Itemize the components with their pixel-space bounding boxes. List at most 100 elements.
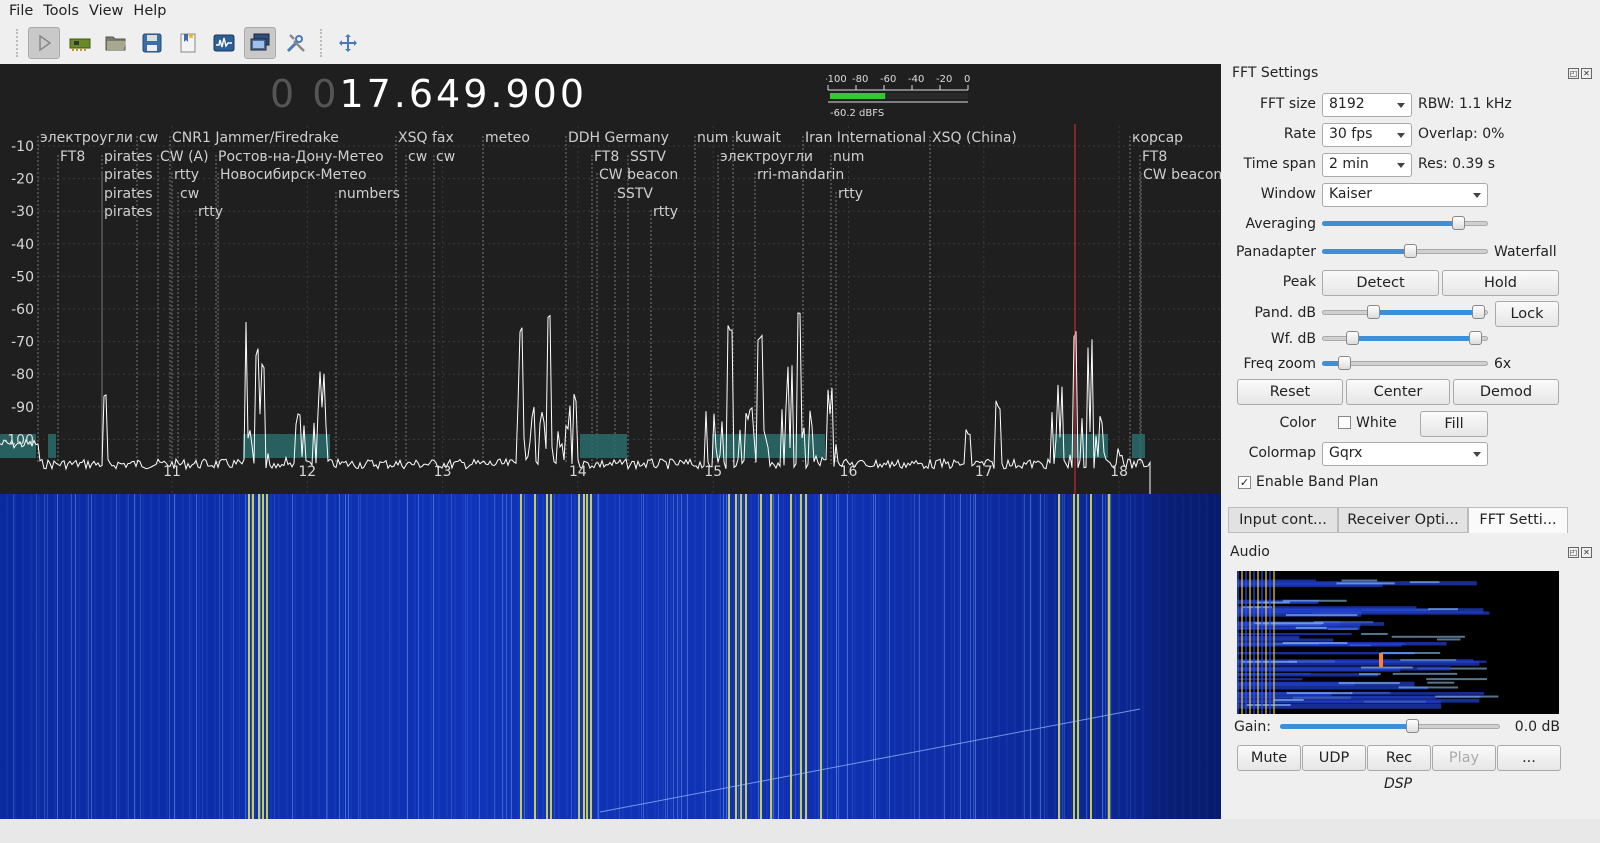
menu-file[interactable]: File	[4, 3, 38, 19]
remote-control-button[interactable]	[244, 27, 276, 59]
spectrum-view-button[interactable]	[208, 27, 240, 59]
save-button[interactable]	[136, 27, 168, 59]
band-plan-bookmark[interactable]: SSTV	[617, 186, 653, 202]
band-plan-bookmark[interactable]: Ростов-на-Дону-Метео	[218, 149, 384, 165]
menu-tools[interactable]: Tools	[38, 3, 84, 19]
band-plan-bookmark[interactable]: rtty	[198, 204, 223, 220]
waterfall-trace-line	[128, 494, 129, 819]
float-dock-icon[interactable]: ◰	[1568, 68, 1579, 79]
band-plan-bookmark[interactable]: num	[833, 149, 864, 165]
band-plan-bookmark[interactable]: num	[697, 130, 728, 146]
band-plan-bookmark[interactable]: электроугли	[40, 130, 133, 146]
band-plan-bookmark[interactable]: pirates	[104, 204, 153, 220]
reset-button[interactable]: Reset	[1237, 379, 1343, 405]
waterfall-trace-line	[772, 494, 773, 819]
band-plan-bookmark[interactable]: rtty	[653, 204, 678, 220]
band-plan-bookmark[interactable]: rtty	[174, 167, 199, 183]
band-plan-bookmark[interactable]: rtty	[838, 186, 863, 202]
play-button[interactable]	[28, 27, 60, 59]
audio-options-button[interactable]: ...	[1497, 745, 1561, 771]
full-screen-button[interactable]	[332, 27, 364, 59]
udp-button[interactable]: UDP	[1302, 745, 1366, 771]
peak-detect-button[interactable]: Detect	[1322, 270, 1439, 296]
band-plan-bookmark[interactable]: корсар	[1132, 130, 1183, 146]
waterfall-trace-line	[219, 494, 220, 819]
audio-spectrogram-band	[1359, 673, 1381, 676]
band-plan-bookmark[interactable]: Iran International	[805, 130, 926, 146]
pand-db-range-slider[interactable]	[1322, 304, 1488, 320]
waterfall-trace-line	[758, 494, 759, 819]
band-plan-bookmark[interactable]: CW beacon	[1143, 167, 1221, 183]
tab-input-controls[interactable]: Input cont...	[1228, 507, 1338, 533]
io-devices-button[interactable]	[64, 27, 96, 59]
play-icon	[39, 34, 52, 52]
open-button[interactable]	[100, 27, 132, 59]
rec-button[interactable]: Rec	[1367, 745, 1431, 771]
band-plan-bookmark[interactable]: DDH Germany	[568, 130, 669, 146]
band-plan-bookmark[interactable]: kuwait	[735, 130, 781, 146]
averaging-slider[interactable]	[1322, 215, 1488, 231]
waterfall-display[interactable]	[0, 494, 1221, 819]
waterfall-trace-line	[970, 494, 971, 819]
wf-db-range-slider[interactable]	[1322, 330, 1488, 346]
audio-dock-buttons: ◰ ✕	[1568, 547, 1592, 558]
peak-hold-button[interactable]: Hold	[1442, 270, 1559, 296]
time-span-select[interactable]: 2 min	[1322, 153, 1412, 177]
band-plan-bookmark[interactable]: FT8	[594, 149, 619, 165]
waterfall-trace-line	[1044, 494, 1045, 819]
demod-button[interactable]: Demod	[1453, 379, 1559, 405]
menu-view[interactable]: View	[84, 3, 128, 19]
chevron-down-icon	[1473, 452, 1481, 457]
play-audio-button[interactable]: Play	[1432, 745, 1496, 771]
mute-button[interactable]: Mute	[1237, 745, 1301, 771]
band-plan-bookmark[interactable]: Новосибирск-Метео	[220, 167, 367, 183]
fill-button[interactable]: Fill	[1420, 411, 1488, 437]
menu-help[interactable]: Help	[128, 3, 171, 19]
rate-select[interactable]: 30 fps	[1322, 123, 1412, 147]
band-plan-bookmark[interactable]: FT8	[60, 149, 85, 165]
band-plan-bookmark[interactable]: pirates	[104, 186, 153, 202]
fft-size-select[interactable]: 8192	[1322, 93, 1412, 117]
band-plan-bookmark[interactable]: cw	[139, 130, 158, 146]
band-plan-bookmark[interactable]: numbers	[338, 186, 400, 202]
white-checkbox[interactable]	[1338, 416, 1351, 429]
settings-button[interactable]	[280, 27, 312, 59]
panadapter-waterfall-slider[interactable]	[1322, 243, 1488, 259]
tab-fft-settings[interactable]: FFT Setti...	[1468, 507, 1568, 533]
band-plan-bookmark[interactable]: cw	[180, 186, 199, 202]
tab-receiver-options[interactable]: Receiver Opti...	[1338, 507, 1468, 533]
colormap-select[interactable]: Gqrx	[1322, 442, 1488, 466]
close-dock-icon[interactable]: ✕	[1581, 547, 1592, 558]
band-plan-bookmark[interactable]: CNR1 Jammer/Firedrake	[172, 130, 339, 146]
band-plan-bookmark[interactable]: SSTV	[630, 149, 666, 165]
band-plan-bookmark[interactable]: XSQ (China)	[932, 130, 1017, 146]
band-plan-bookmark[interactable]: meteo	[485, 130, 530, 146]
band-plan-bookmark[interactable]: cw	[408, 149, 427, 165]
float-dock-icon[interactable]: ◰	[1568, 547, 1579, 558]
toolbar-grip	[16, 29, 20, 57]
center-button[interactable]: Center	[1346, 379, 1450, 405]
waterfall-trace-line	[1130, 494, 1131, 819]
band-plan-bookmark[interactable]: FT8	[1142, 149, 1167, 165]
db-axis-label: -80	[11, 367, 34, 383]
audio-spectrogram-band	[1409, 581, 1440, 584]
band-plan-bookmark[interactable]: электроугли	[720, 149, 813, 165]
waterfall-trace-line	[847, 494, 848, 819]
close-dock-icon[interactable]: ✕	[1581, 68, 1592, 79]
freq-zoom-slider[interactable]	[1322, 355, 1488, 371]
panadapter-plot[interactable]: 0 017.649.900 -100 -80 -60 -40 -20 0 -60.2 dB…	[0, 64, 1221, 494]
band-plan-bookmark[interactable]: pirates	[104, 167, 153, 183]
band-plan-bookmark[interactable]: rri-mandarin	[757, 167, 844, 183]
band-plan-bookmark[interactable]: cw	[436, 149, 455, 165]
audio-gain-slider[interactable]	[1280, 718, 1500, 734]
window-select[interactable]: Kaiser	[1322, 183, 1488, 207]
band-plan-bookmark[interactable]: CW beacon	[599, 167, 678, 183]
lock-button[interactable]: Lock	[1495, 301, 1559, 327]
bookmarks-button[interactable]	[172, 27, 204, 59]
enable-band-plan-checkbox[interactable]: ✓	[1238, 476, 1251, 489]
band-plan-bookmark[interactable]: CW (A)	[160, 149, 209, 165]
band-plan-bookmark[interactable]: XSQ fax	[398, 130, 454, 146]
band-plan-bookmark[interactable]: pirates	[104, 149, 153, 165]
waterfall-trace-line	[467, 494, 468, 819]
waterfall-trace-line	[537, 494, 538, 819]
